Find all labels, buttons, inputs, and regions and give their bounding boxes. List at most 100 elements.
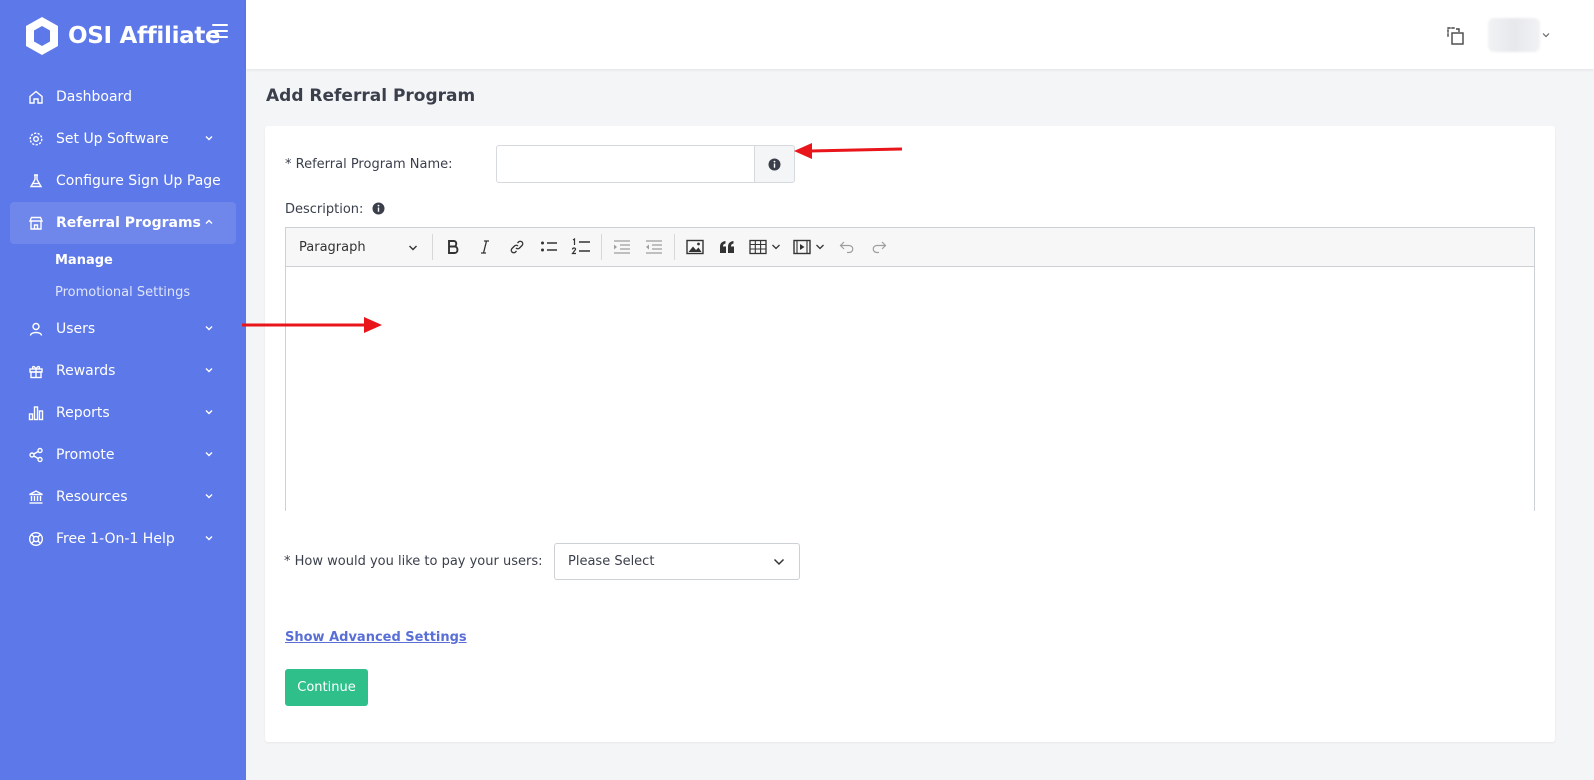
table-icon bbox=[749, 239, 767, 255]
link-icon bbox=[510, 240, 524, 254]
logo-hexagon-icon bbox=[26, 17, 58, 55]
indent-icon bbox=[614, 240, 630, 254]
chevron-down-icon bbox=[205, 410, 213, 415]
sidebar-item-label: Configure Sign Up Page bbox=[56, 173, 221, 189]
user-icon bbox=[28, 321, 44, 337]
sidebar-item-label: Resources bbox=[56, 489, 128, 505]
chevron-down-icon bbox=[409, 245, 417, 251]
chevron-down-icon bbox=[205, 368, 213, 373]
continue-button[interactable]: Continue bbox=[285, 669, 368, 706]
sidebar-item-referral-programs[interactable]: Referral Programs bbox=[10, 202, 236, 244]
insert-table-button[interactable] bbox=[744, 232, 786, 262]
program-name-label: * Referral Program Name: bbox=[285, 157, 453, 172]
show-advanced-settings-link[interactable]: Show Advanced Settings bbox=[285, 630, 467, 645]
brand[interactable]: OSI Affiliate bbox=[24, 16, 221, 56]
gear-icon bbox=[28, 131, 44, 147]
insert-media-button[interactable] bbox=[788, 232, 830, 262]
sidebar-item-set-up-software[interactable]: Set Up Software bbox=[10, 118, 236, 160]
numbered-list-icon bbox=[571, 238, 590, 255]
annotation-arrow-icon bbox=[242, 317, 382, 333]
page-title: Add Referral Program bbox=[266, 86, 476, 106]
link-button[interactable] bbox=[502, 232, 532, 262]
image-icon bbox=[686, 239, 704, 255]
top-header bbox=[246, 0, 1594, 69]
toolbar-divider bbox=[432, 234, 433, 260]
bulleted-list-button[interactable] bbox=[534, 232, 564, 262]
bar-chart-icon bbox=[28, 405, 44, 421]
annotation-arrow-icon bbox=[794, 143, 903, 159]
undo-icon bbox=[839, 241, 854, 254]
sidebar-nav: Dashboard Set Up Software Configure Sign… bbox=[10, 76, 236, 560]
increase-indent-button[interactable] bbox=[607, 232, 637, 262]
toolbar-divider bbox=[601, 234, 602, 260]
sidebar-item-label: Users bbox=[56, 321, 96, 337]
pay-method-value: Please Select bbox=[568, 554, 655, 569]
chevron-down-icon bbox=[205, 536, 213, 541]
chevron-down-icon bbox=[773, 558, 785, 566]
sidebar: OSI Affiliate Dashboard Set Up Software … bbox=[0, 0, 246, 780]
sidebar-item-rewards[interactable]: Rewards bbox=[10, 350, 236, 392]
italic-button[interactable] bbox=[470, 232, 500, 262]
flask-icon bbox=[28, 173, 44, 189]
brand-name: OSI Affiliate bbox=[68, 23, 221, 49]
redo-icon bbox=[872, 241, 887, 254]
sidebar-item-label: Referral Programs bbox=[56, 215, 201, 231]
sidebar-item-configure-sign-up-page[interactable]: Configure Sign Up Page bbox=[10, 160, 236, 202]
decrease-indent-button[interactable] bbox=[639, 232, 669, 262]
sidebar-item-label: Set Up Software bbox=[56, 131, 169, 147]
outdent-icon bbox=[646, 240, 662, 254]
numbered-list-button[interactable] bbox=[566, 232, 596, 262]
form-card: * Referral Program Name: Description: Pa… bbox=[265, 126, 1555, 742]
sidebar-subitem-promotional-settings[interactable]: Promotional Settings bbox=[10, 276, 236, 308]
chevron-down-icon bbox=[205, 452, 213, 457]
lifebuoy-icon bbox=[28, 531, 44, 547]
bulleted-list-icon bbox=[541, 241, 557, 252]
bold-button[interactable] bbox=[438, 232, 468, 262]
store-icon bbox=[28, 215, 44, 231]
sidebar-item-promote[interactable]: Promote bbox=[10, 434, 236, 476]
program-name-info-button[interactable] bbox=[754, 145, 795, 183]
block-format-dropdown[interactable]: Paragraph bbox=[290, 232, 428, 262]
quote-icon bbox=[720, 241, 734, 253]
chevron-down-icon[interactable] bbox=[1542, 31, 1550, 39]
sidebar-item-reports[interactable]: Reports bbox=[10, 392, 236, 434]
insert-image-button[interactable] bbox=[680, 232, 710, 262]
menu-toggle-icon[interactable] bbox=[212, 24, 228, 40]
description-label: Description: bbox=[285, 202, 364, 217]
program-name-input[interactable] bbox=[496, 145, 754, 183]
sidebar-item-users[interactable]: Users bbox=[10, 308, 236, 350]
home-icon bbox=[28, 89, 44, 105]
sidebar-subitem-manage[interactable]: Manage bbox=[10, 244, 236, 276]
media-icon bbox=[793, 239, 811, 255]
chevron-down-icon bbox=[772, 244, 780, 250]
undo-button[interactable] bbox=[832, 232, 862, 262]
info-icon[interactable] bbox=[372, 202, 385, 215]
editor-toolbar: Paragraph bbox=[286, 228, 1534, 267]
description-label-row: Description: bbox=[285, 202, 385, 217]
italic-icon bbox=[481, 240, 489, 254]
editor-content-area[interactable] bbox=[286, 267, 1534, 511]
chevron-down-icon bbox=[205, 326, 213, 331]
chevron-down-icon bbox=[816, 244, 824, 250]
sidebar-item-label: Rewards bbox=[56, 363, 116, 379]
pay-method-label: * How would you like to pay your users: bbox=[284, 554, 543, 569]
block-format-value: Paragraph bbox=[299, 239, 366, 255]
bank-icon bbox=[28, 489, 44, 505]
sidebar-item-label: Reports bbox=[56, 405, 110, 421]
sidebar-item-label: Promote bbox=[56, 447, 115, 463]
sidebar-item-label: Free 1-On-1 Help bbox=[56, 531, 175, 547]
bold-icon bbox=[448, 240, 459, 254]
block-quote-button[interactable] bbox=[712, 232, 742, 262]
gift-icon bbox=[28, 363, 44, 379]
user-avatar[interactable] bbox=[1488, 18, 1540, 52]
sidebar-item-free-help[interactable]: Free 1-On-1 Help bbox=[10, 518, 236, 560]
chevron-down-icon bbox=[205, 136, 213, 141]
toolbar-divider bbox=[674, 234, 675, 260]
rich-text-editor: Paragraph bbox=[285, 227, 1535, 511]
redo-button[interactable] bbox=[864, 232, 894, 262]
switch-view-icon[interactable] bbox=[1446, 26, 1466, 46]
sidebar-item-resources[interactable]: Resources bbox=[10, 476, 236, 518]
sidebar-item-dashboard[interactable]: Dashboard bbox=[10, 76, 236, 118]
chevron-up-icon bbox=[205, 219, 213, 224]
pay-method-select[interactable]: Please Select bbox=[554, 543, 800, 580]
